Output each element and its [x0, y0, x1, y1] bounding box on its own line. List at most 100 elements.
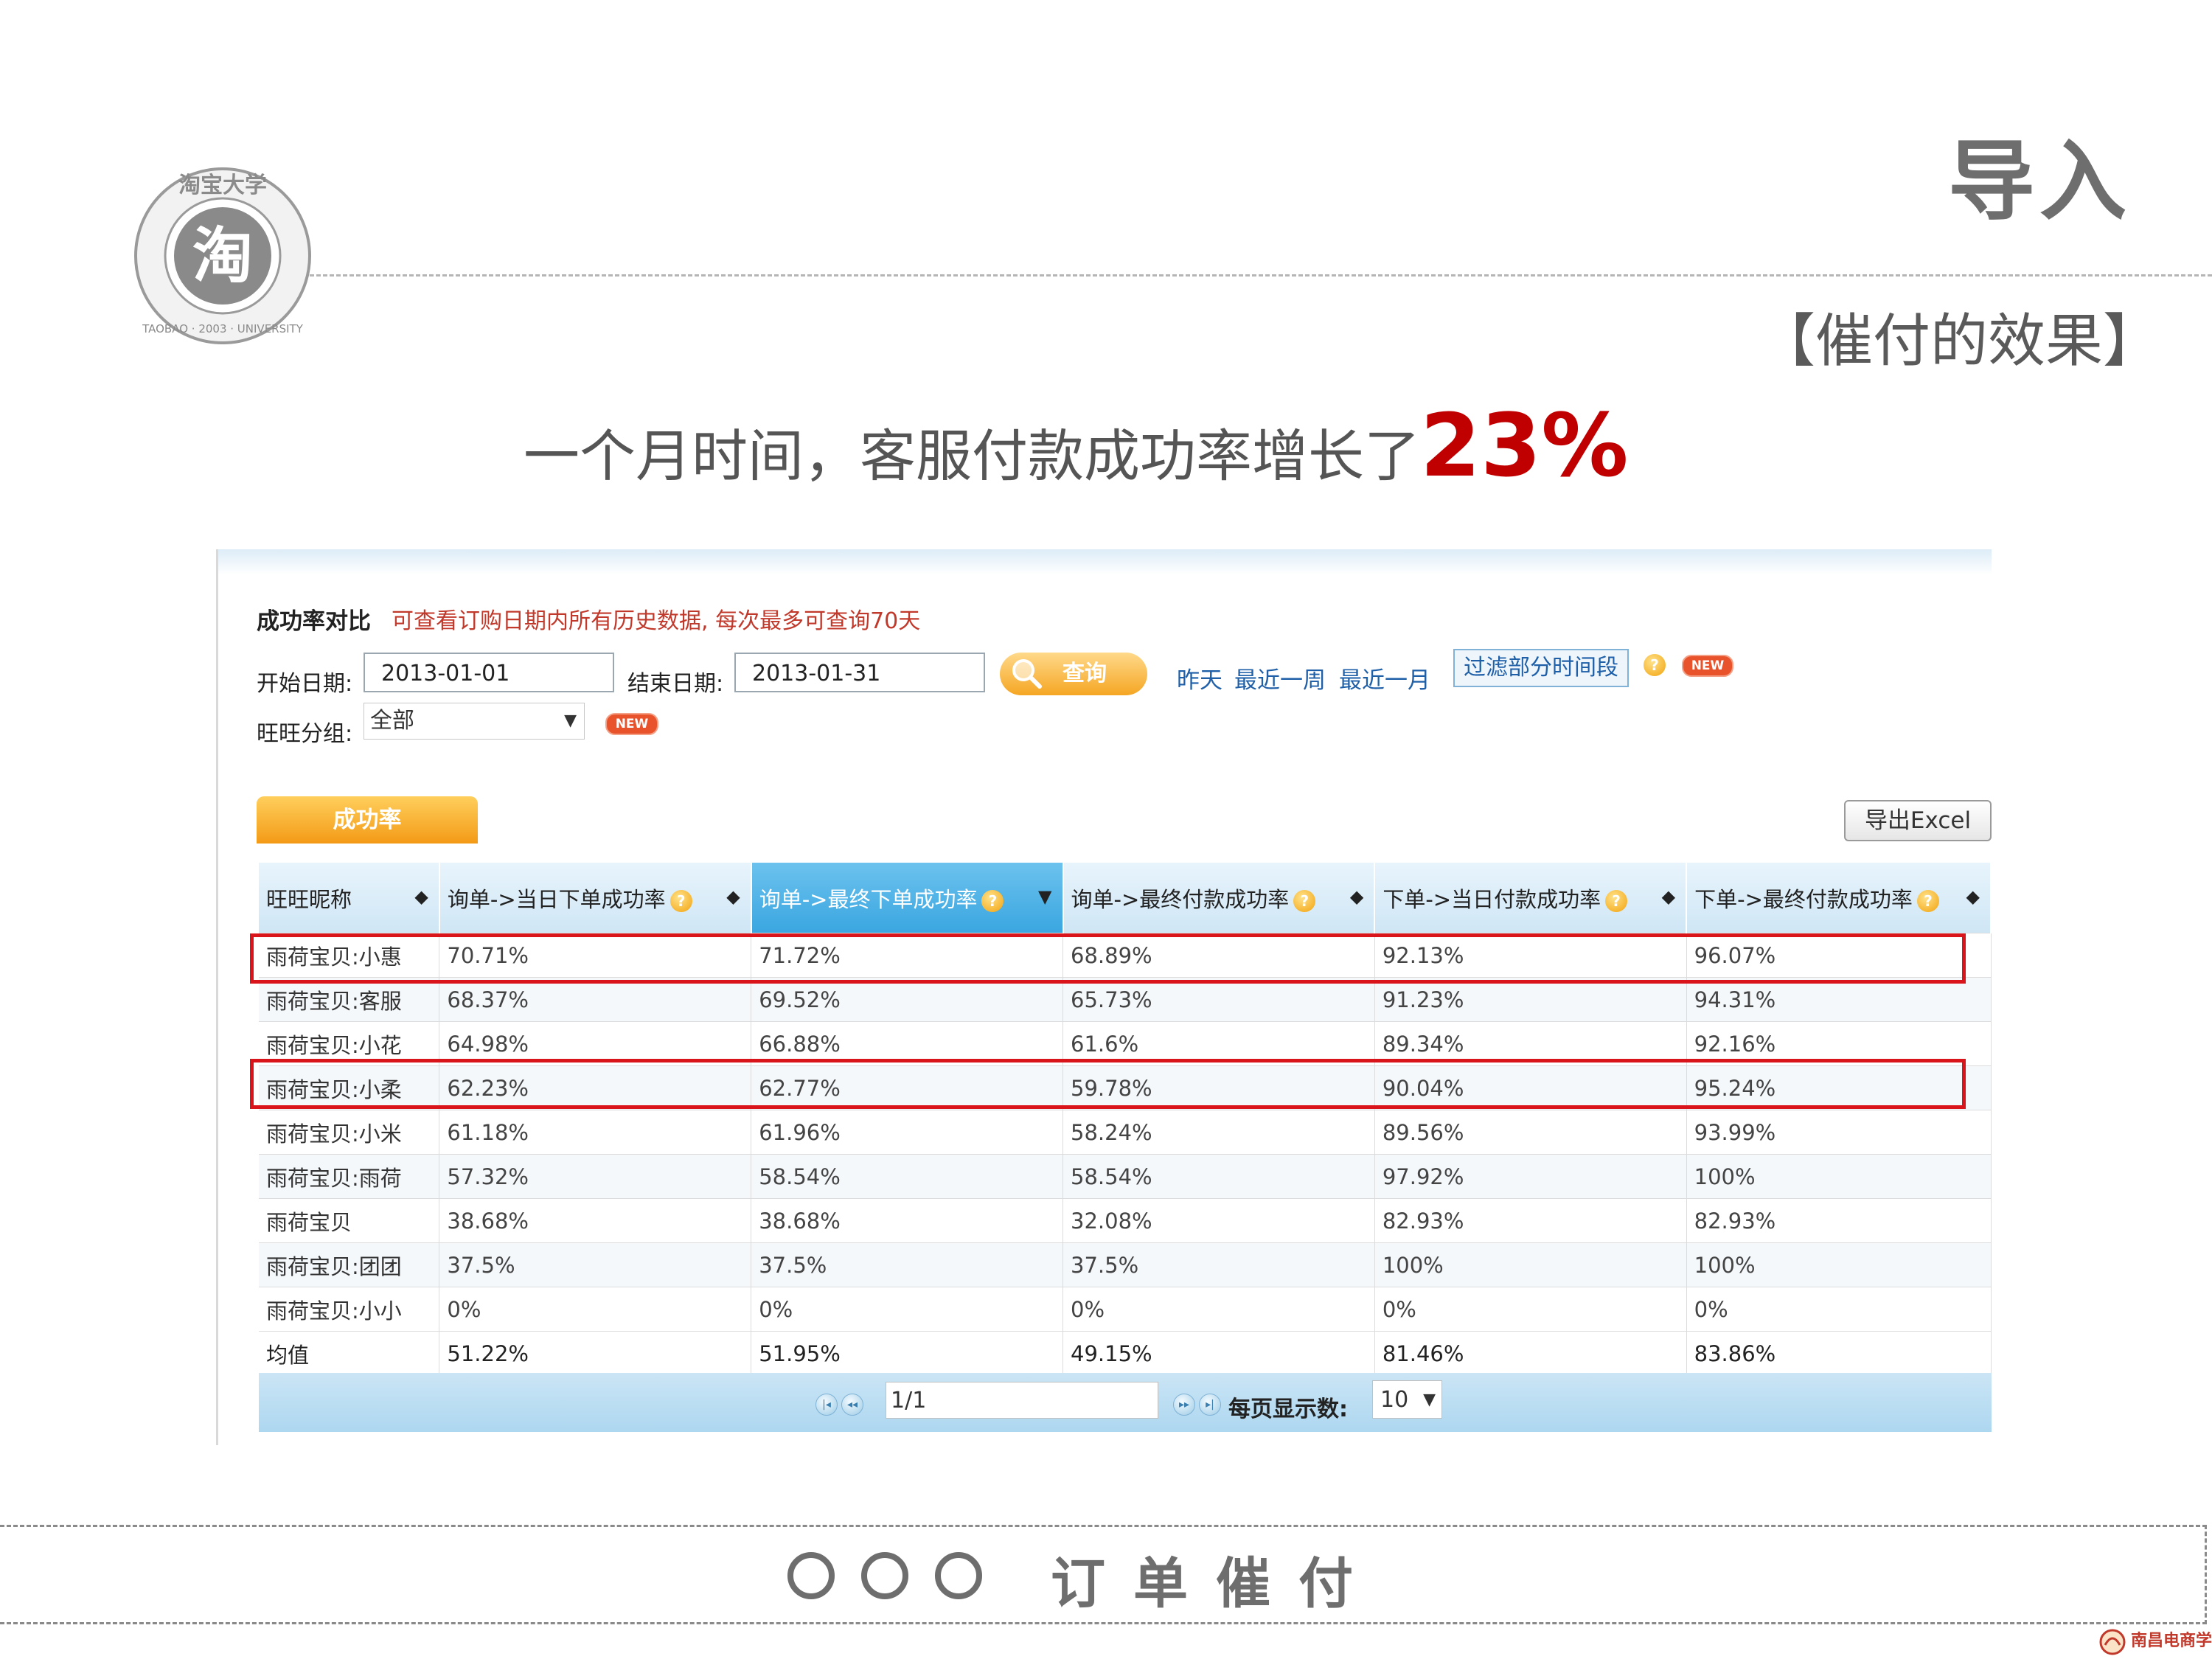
next-page-icon[interactable]: ▸▸	[1173, 1394, 1195, 1416]
start-date-label: 开始日期:	[257, 671, 353, 697]
cell-rate: 92.16%	[1686, 1021, 1992, 1066]
tab-success-rate[interactable]: 成功率	[257, 796, 478, 844]
table-row[interactable]: 雨荷宝贝:小惠 70.71% 71.72% 68.89% 92.13% 96.07%	[259, 933, 1992, 978]
help-icon[interactable]: ?	[1644, 654, 1666, 676]
cell-rate: 0%	[1062, 1287, 1375, 1332]
magnifier-icon	[1012, 659, 1042, 689]
table-row[interactable]: 雨荷宝贝:小小 0% 0% 0% 0% 0%	[259, 1287, 1992, 1332]
per-page-select[interactable]: 10 ▼	[1372, 1380, 1442, 1419]
cell-rate: 57.32%	[439, 1154, 752, 1199]
query-button-label: 查询	[1062, 661, 1107, 686]
cell-average-value: 51.95%	[751, 1331, 1064, 1375]
cell-rate: 93.99%	[1686, 1110, 1992, 1155]
table-row[interactable]: 雨荷宝贝:团团 37.5% 37.5% 37.5% 100% 100%	[259, 1242, 1992, 1287]
export-excel-button[interactable]: 导出Excel	[1844, 800, 1992, 841]
sort-descending-icon[interactable]: ▼	[1038, 886, 1051, 907]
section-note: 可查看订购日期内所有历史数据, 每次最多可查询70天	[392, 608, 921, 634]
link-last-week[interactable]: 最近一周	[1234, 661, 1326, 695]
column-header-inquiry-final-payment[interactable]: 询单->最终付款成功率? ◆	[1062, 863, 1376, 933]
table-row[interactable]: 雨荷宝贝:小花 64.98% 66.88% 61.6% 89.34% 92.16%	[259, 1021, 1992, 1066]
table-row[interactable]: 雨荷宝贝:小柔 62.23% 62.77% 59.78% 90.04% 95.24%	[259, 1065, 1992, 1110]
cell-rate: 69.52%	[751, 977, 1064, 1022]
cell-nickname: 雨荷宝贝:小花	[259, 1021, 440, 1066]
sort-icon[interactable]: ◆	[1966, 886, 1980, 907]
link-last-month[interactable]: 最近一月	[1339, 661, 1430, 695]
svg-text:淘: 淘	[192, 221, 253, 291]
cell-rate: 100%	[1686, 1242, 1992, 1287]
cell-rate: 62.77%	[751, 1065, 1064, 1110]
table-row[interactable]: 雨荷宝贝:小米 61.18% 61.96% 58.24% 89.56% 93.99%	[259, 1110, 1992, 1155]
table-row[interactable]: 雨荷宝贝:客服 68.37% 69.52% 65.73% 91.23% 94.31%	[259, 977, 1992, 1022]
column-header-label: 询单->最终付款成功率	[1071, 886, 1290, 912]
cell-rate: 58.54%	[1062, 1154, 1375, 1199]
headline-percentage: 23%	[1420, 394, 1629, 496]
start-date-input[interactable]: 2013-01-01	[364, 653, 614, 692]
filter-time-range-button[interactable]: 过滤部分时间段	[1453, 649, 1629, 687]
column-header-order-same-day-payment[interactable]: 下单->当日付款成功率? ◆	[1374, 863, 1688, 933]
cell-rate: 89.34%	[1374, 1021, 1687, 1066]
last-page-icon[interactable]: ▸|	[1199, 1394, 1221, 1416]
taobao-university-logo: 淘 淘宝大学 TAOBAO · 2003 · UNIVERSITY	[134, 167, 311, 344]
end-date-input[interactable]: 2013-01-31	[734, 653, 985, 692]
success-rate-panel: 成功率对比 可查看订购日期内所有历史数据, 每次最多可查询70天 开始日期: 2…	[216, 549, 1992, 1445]
cell-nickname: 雨荷宝贝:小米	[259, 1110, 440, 1155]
sort-icon[interactable]: ◆	[414, 886, 428, 907]
cell-average-label: 均值	[259, 1331, 440, 1375]
success-rate-table: 旺旺昵称 ◆ 询单->当日下单成功率? ◆ 询单->最终下单成功率? ▼ 询单->最终…	[259, 863, 1992, 1375]
help-icon[interactable]: ?	[1605, 889, 1628, 912]
help-icon[interactable]: ?	[669, 889, 692, 912]
end-date-label: 结束日期:	[627, 671, 724, 697]
sort-icon[interactable]: ◆	[1662, 886, 1675, 907]
cell-rate: 62.23%	[439, 1065, 752, 1110]
table-row[interactable]: 雨荷宝贝 38.68% 38.68% 32.08% 82.93% 82.93%	[259, 1198, 1992, 1243]
cell-rate: 68.89%	[1062, 933, 1375, 978]
header-divider	[310, 274, 2212, 276]
cell-rate: 89.56%	[1374, 1110, 1687, 1155]
column-header-label: 询单->最终下单成功率	[759, 886, 978, 912]
help-icon[interactable]: ?	[981, 889, 1004, 912]
cell-rate: 94.31%	[1686, 977, 1992, 1022]
cell-rate: 97.92%	[1374, 1154, 1687, 1199]
column-header-nickname[interactable]: 旺旺昵称 ◆	[259, 863, 440, 933]
cell-nickname: 雨荷宝贝:客服	[259, 977, 440, 1022]
sort-icon[interactable]: ◆	[1350, 886, 1363, 907]
query-button[interactable]: 查询	[1000, 653, 1147, 695]
cell-average-value: 83.86%	[1686, 1331, 1992, 1375]
new-badge: NEW	[605, 713, 658, 735]
column-header-label: 下单->最终付款成功率	[1694, 886, 1913, 912]
first-page-icon[interactable]: |◂	[815, 1394, 838, 1416]
table-row[interactable]: 雨荷宝贝:雨荷 57.32% 58.54% 58.54% 97.92% 100%	[259, 1154, 1992, 1199]
cell-rate: 37.5%	[1062, 1242, 1375, 1287]
cell-rate: 95.24%	[1686, 1065, 1992, 1110]
cell-rate: 92.13%	[1374, 933, 1687, 978]
previous-page-icon[interactable]: ◂◂	[841, 1394, 863, 1416]
sort-icon[interactable]: ◆	[726, 886, 740, 907]
cell-rate: 37.5%	[439, 1242, 752, 1287]
group-select[interactable]: 全部 ▼	[364, 703, 585, 740]
table-header-row: 旺旺昵称 ◆ 询单->当日下单成功率? ◆ 询单->最终下单成功率? ▼ 询单->最终…	[259, 863, 1992, 933]
cell-rate: 96.07%	[1686, 933, 1992, 978]
column-header-label: 下单->当日付款成功率	[1382, 886, 1601, 912]
cell-rate: 65.73%	[1062, 977, 1375, 1022]
cell-nickname: 雨荷宝贝:小小	[259, 1287, 440, 1332]
per-page-value: 10	[1380, 1387, 1409, 1413]
link-yesterday[interactable]: 昨天	[1177, 661, 1222, 695]
column-header-order-final-payment[interactable]: 下单->最终付款成功率? ◆	[1686, 863, 1992, 933]
help-icon[interactable]: ?	[1293, 889, 1316, 912]
per-page-label: 每页显示数:	[1228, 1397, 1348, 1422]
footer-title: 订单催付	[1051, 1552, 1381, 1615]
page-input[interactable]: 1/1	[886, 1382, 1158, 1419]
column-header-inquiry-same-day-order[interactable]: 询单->当日下单成功率? ◆	[439, 863, 752, 933]
section-title: 导入	[1947, 131, 2131, 232]
cell-rate: 38.68%	[751, 1198, 1064, 1243]
pagination-bar: |◂ ◂◂ 1/1 ▸▸ ▸| 每页显示数: 10 ▼	[259, 1373, 1992, 1432]
cell-rate: 70.71%	[439, 933, 752, 978]
column-header-inquiry-final-order[interactable]: 询单->最终下单成功率? ▼	[751, 863, 1064, 933]
cell-rate: 38.68%	[439, 1198, 752, 1243]
cell-rate: 61.96%	[751, 1110, 1064, 1155]
group-label: 旺旺分组:	[257, 721, 353, 747]
help-icon[interactable]: ?	[1916, 889, 1939, 912]
cell-nickname: 雨荷宝贝:团团	[259, 1242, 440, 1287]
cell-rate: 59.78%	[1062, 1065, 1375, 1110]
cell-rate: 61.6%	[1062, 1021, 1375, 1066]
